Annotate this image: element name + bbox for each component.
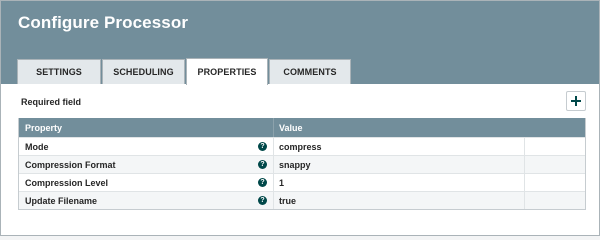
property-value-cell[interactable]: compress xyxy=(273,138,524,155)
property-name: Mode xyxy=(25,141,49,152)
question-circle-icon[interactable]: ? xyxy=(258,142,267,151)
add-property-button[interactable] xyxy=(566,91,586,111)
property-name-cell: Compression Level ? xyxy=(19,174,273,191)
properties-table: Property Value Mode ? compress Compressi… xyxy=(18,118,586,210)
dialog-header: Configure Processor xyxy=(1,1,599,45)
property-actions-cell xyxy=(524,156,585,173)
table-header: Property Value xyxy=(19,118,585,137)
table-row[interactable]: Update Filename ? true xyxy=(19,191,585,209)
tab-bar: SETTINGS SCHEDULING PROPERTIES COMMENTS xyxy=(1,45,599,85)
property-actions-cell xyxy=(524,192,585,209)
property-name: Update Filename xyxy=(25,195,98,206)
property-value-cell[interactable]: snappy xyxy=(273,156,524,173)
property-actions-cell xyxy=(524,174,585,191)
property-name-cell: Mode ? xyxy=(19,138,273,155)
property-name: Compression Format xyxy=(25,159,116,170)
property-value-cell[interactable]: 1 xyxy=(273,174,524,191)
property-name-cell: Compression Format ? xyxy=(19,156,273,173)
property-actions-cell xyxy=(524,138,585,155)
table-row[interactable]: Compression Format ? snappy xyxy=(19,155,585,173)
property-name-cell: Update Filename ? xyxy=(19,192,273,209)
question-circle-icon[interactable]: ? xyxy=(258,178,267,187)
required-field-label: Required field xyxy=(21,97,82,107)
tab-comments[interactable]: COMMENTS xyxy=(269,59,351,84)
question-circle-icon[interactable]: ? xyxy=(258,196,267,205)
plus-icon xyxy=(571,96,581,106)
configure-processor-dialog: Configure Processor SETTINGS SCHEDULING … xyxy=(0,0,600,236)
table-row[interactable]: Compression Level ? 1 xyxy=(19,173,585,191)
dialog-title: Configure Processor xyxy=(18,13,189,32)
property-value-cell[interactable]: true xyxy=(273,192,524,209)
column-header-value[interactable]: Value xyxy=(273,118,585,137)
tab-scheduling[interactable]: SCHEDULING xyxy=(102,59,185,84)
column-header-property[interactable]: Property xyxy=(19,118,273,137)
property-name: Compression Level xyxy=(25,177,109,188)
tab-properties[interactable]: PROPERTIES xyxy=(186,58,268,85)
table-row[interactable]: Mode ? compress xyxy=(19,137,585,155)
question-circle-icon[interactable]: ? xyxy=(258,160,267,169)
tab-settings[interactable]: SETTINGS xyxy=(17,59,101,84)
